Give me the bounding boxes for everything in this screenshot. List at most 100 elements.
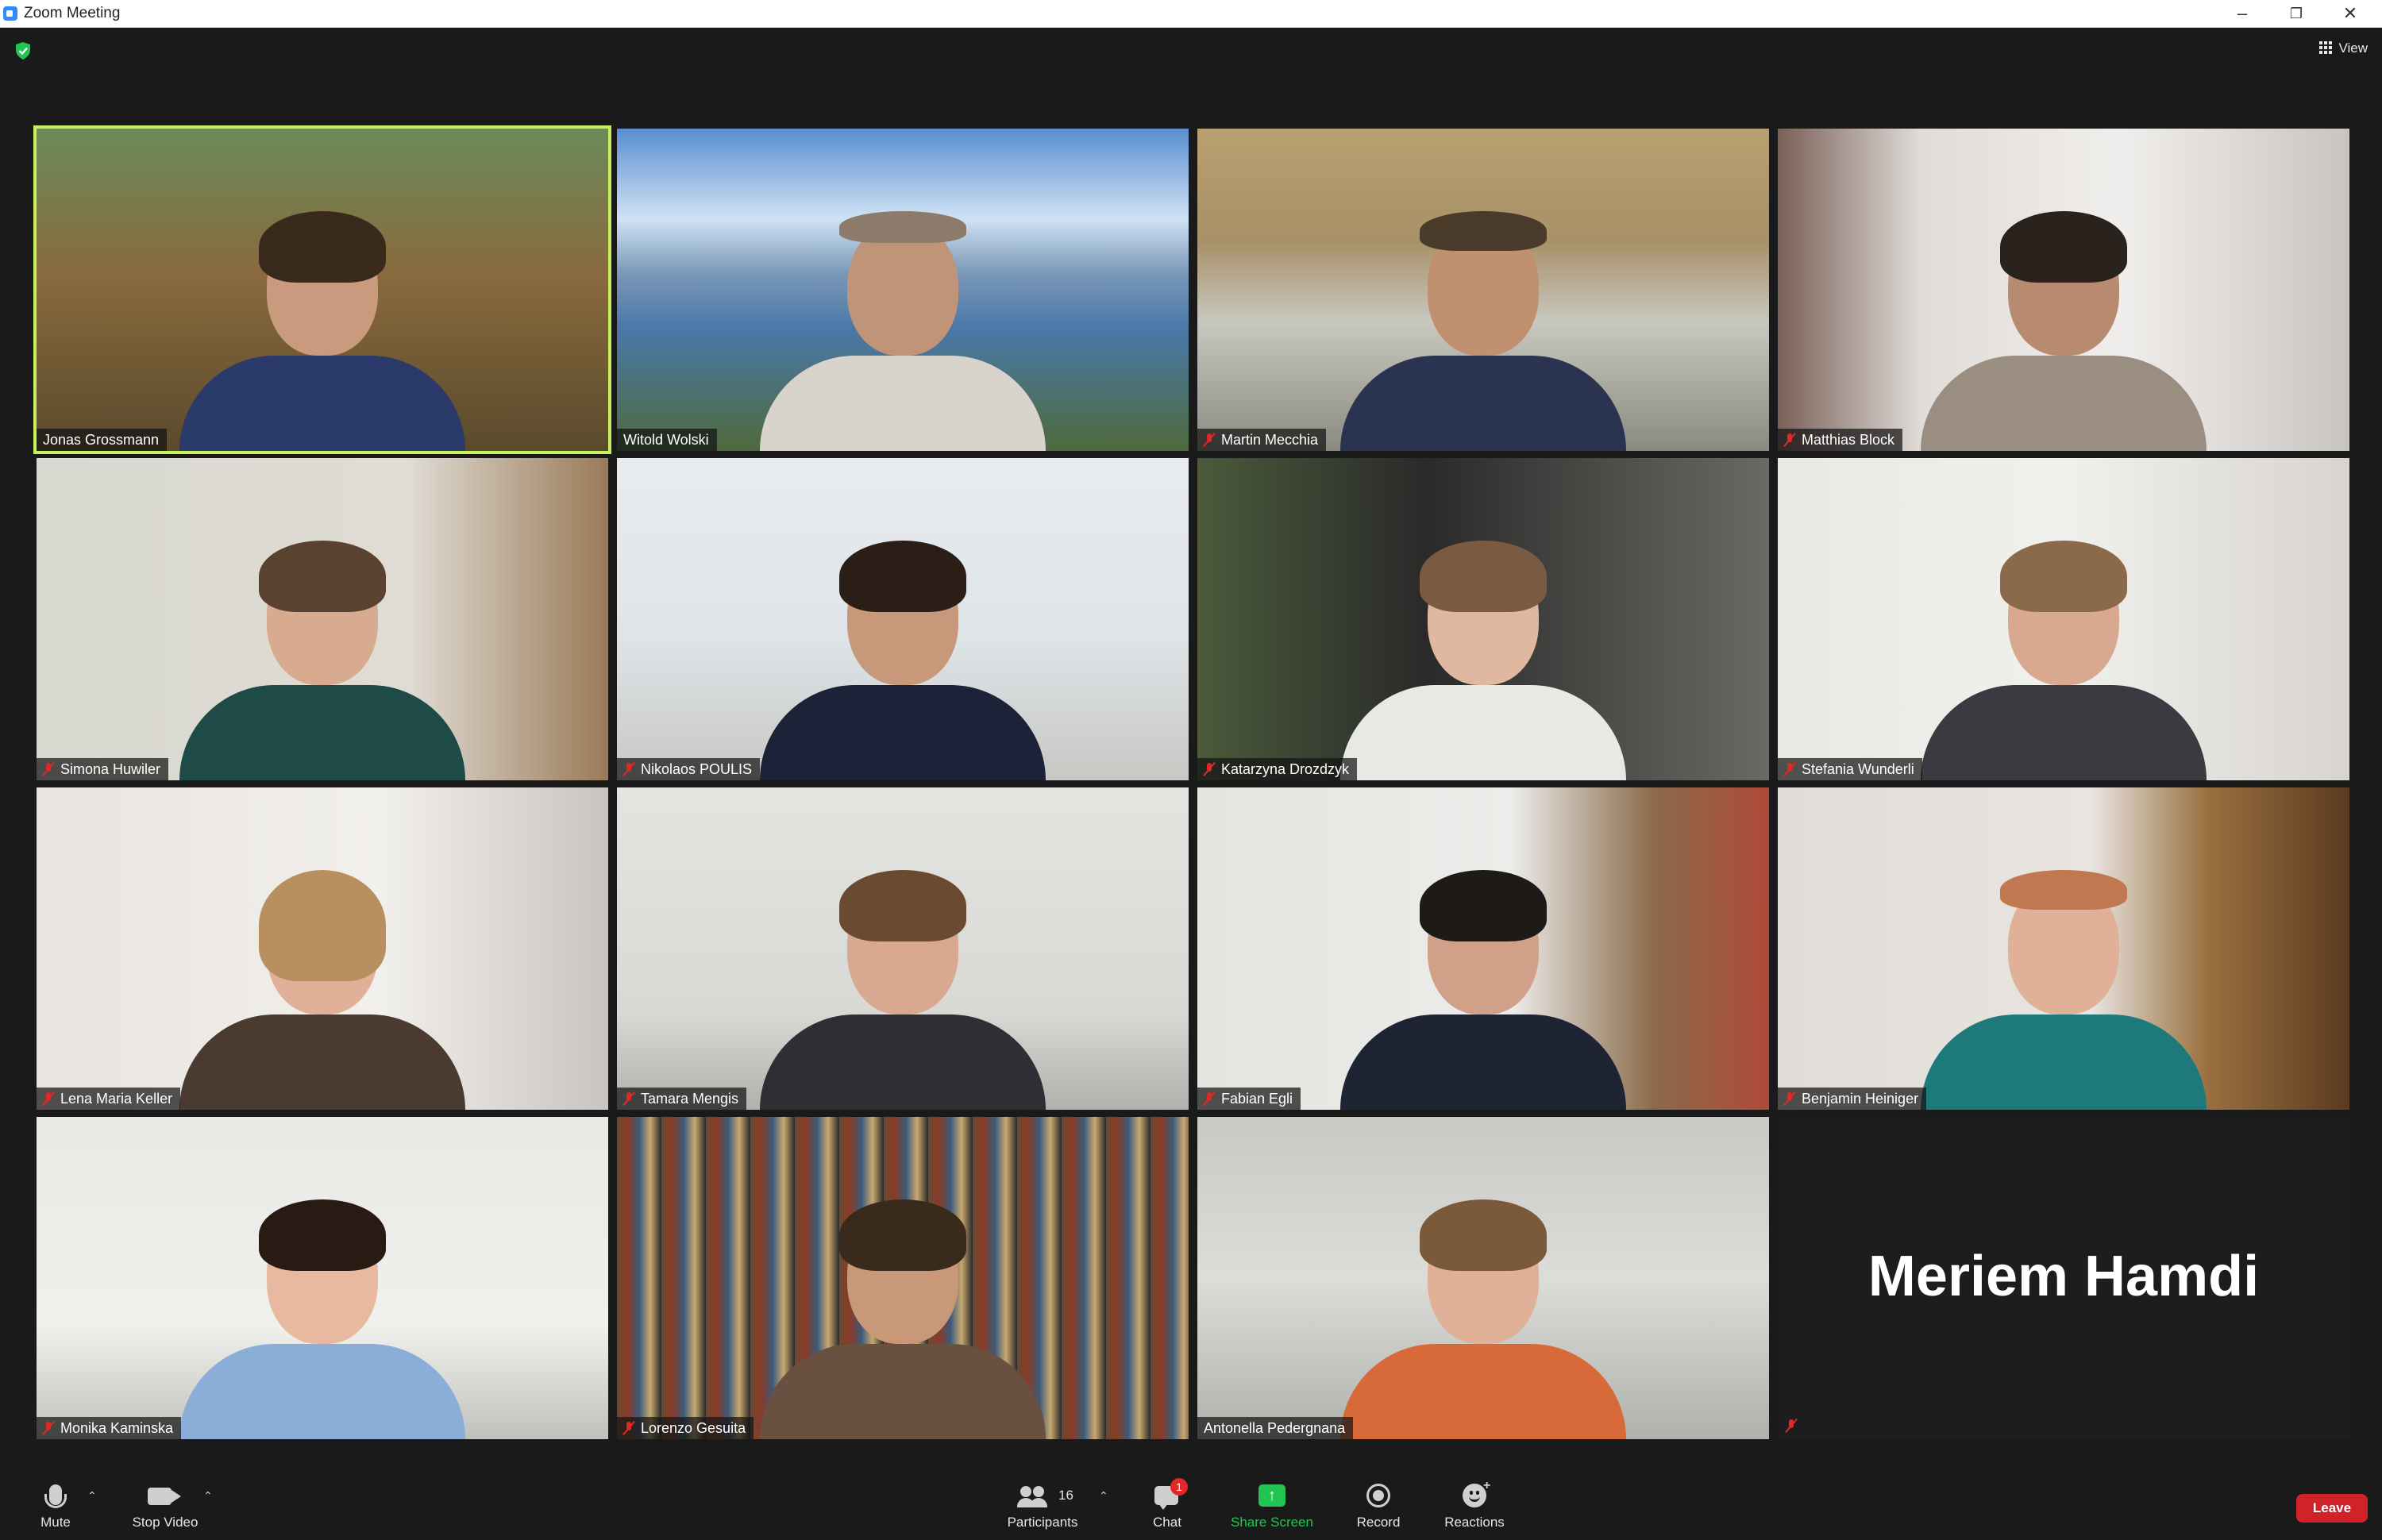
participant-name: Martin Mecchia: [1221, 432, 1319, 448]
window-title: Zoom Meeting: [24, 5, 121, 21]
share-screen-button[interactable]: Share Screen: [1228, 1478, 1316, 1530]
muted-mic-icon: [43, 762, 54, 776]
participant-name-tag: Nikolaos POULIS: [617, 758, 761, 780]
video-tile[interactable]: Meriem Hamdi: [1778, 1117, 2349, 1439]
video-tile[interactable]: Stefania Wunderli: [1778, 458, 2349, 780]
video-tile[interactable]: Matthias Block: [1778, 129, 2349, 451]
participants-icon: [1017, 1486, 1049, 1510]
muted-mic-icon: [1784, 762, 1795, 776]
zoom-app-icon: [3, 6, 17, 21]
participant-name: Fabian Egli: [1221, 1091, 1293, 1107]
video-tile[interactable]: Antonella Pedergnana: [1197, 1117, 1769, 1439]
participant-name-tag: Lena Maria Keller: [37, 1088, 181, 1110]
video-tile[interactable]: Katarzyna Drozdzyk: [1197, 458, 1769, 780]
participant-figure: [1340, 197, 1626, 451]
participant-name: Jonas Grossmann: [43, 432, 160, 448]
share-screen-label: Share Screen: [1231, 1515, 1313, 1530]
video-camera-icon: [148, 1488, 172, 1505]
gallery-view: Jonas Grossmann Witold Wolski Martin Mec…: [33, 125, 2349, 1439]
muted-mic-icon: [623, 1421, 634, 1435]
participant-figure: [179, 197, 465, 451]
participant-name: Simona Huwiler: [60, 761, 161, 777]
participants-button[interactable]: 16 Participants: [999, 1478, 1086, 1530]
video-tile[interactable]: Monika Kaminska: [37, 1117, 608, 1439]
record-icon: [1366, 1484, 1390, 1507]
muted-mic-icon: [1204, 762, 1215, 776]
minimize-icon[interactable]: –: [2215, 0, 2269, 27]
participant-figure: [1340, 1185, 1626, 1439]
video-tile[interactable]: Lorenzo Gesuita: [617, 1117, 1189, 1439]
grid-view-icon: [2319, 41, 2333, 54]
close-icon[interactable]: ✕: [2323, 0, 2377, 27]
participant-name-tag: Witold Wolski: [617, 429, 717, 451]
muted-mic-icon: [1784, 1091, 1795, 1106]
view-button[interactable]: View: [2319, 38, 2368, 59]
video-tile[interactable]: Martin Mecchia: [1197, 129, 1769, 451]
muted-mic-icon: [1204, 433, 1215, 447]
participant-name: Lena Maria Keller: [60, 1091, 173, 1107]
chat-button[interactable]: 1 Chat: [1143, 1478, 1191, 1530]
restore-icon[interactable]: ❐: [2269, 0, 2323, 27]
mute-label: Mute: [40, 1515, 71, 1530]
participant-name-tag: Matthias Block: [1778, 429, 1903, 451]
participant-figure: [179, 856, 465, 1110]
video-tile[interactable]: Benjamin Heiniger: [1778, 787, 2349, 1110]
participant-figure: [760, 197, 1046, 451]
participant-figure: [1340, 526, 1626, 780]
participant-name: Monika Kaminska: [60, 1420, 174, 1436]
participant-name-tag: Monika Kaminska: [37, 1417, 182, 1439]
participant-figure: [760, 856, 1046, 1110]
leave-button[interactable]: Leave: [2296, 1494, 2368, 1523]
view-label: View: [2338, 40, 2368, 56]
participant-name-tag: Antonella Pedergnana: [1197, 1417, 1354, 1439]
shield-check-icon[interactable]: [14, 41, 32, 60]
participant-name-tag: Fabian Egli: [1197, 1088, 1301, 1110]
video-tile[interactable]: Witold Wolski: [617, 129, 1189, 451]
participant-name: Tamara Mengis: [641, 1091, 739, 1107]
video-tile[interactable]: Jonas Grossmann: [33, 125, 611, 454]
participant-figure: [1340, 856, 1626, 1110]
participant-name-tag: Simona Huwiler: [37, 758, 169, 780]
mute-button[interactable]: Mute: [32, 1478, 79, 1530]
record-button[interactable]: Record: [1355, 1478, 1402, 1530]
meeting-toolbar: Mute ⌃ Stop Video ⌃ 16 Participants ⌃ 1 …: [0, 1470, 2382, 1540]
participant-figure: [760, 526, 1046, 780]
participant-name-tag: Katarzyna Drozdzyk: [1197, 758, 1358, 780]
participant-name: Benjamin Heiniger: [1802, 1091, 1919, 1107]
video-tile[interactable]: Simona Huwiler: [37, 458, 608, 780]
participant-name: Meriem Hamdi: [1867, 1245, 2260, 1308]
participant-name-tag: Lorenzo Gesuita: [617, 1417, 754, 1439]
participant-name-tag: Benjamin Heiniger: [1778, 1088, 1927, 1110]
window-title-bar: Zoom Meeting – ❐ ✕: [0, 0, 2382, 28]
participant-name: Katarzyna Drozdzyk: [1221, 761, 1350, 777]
reactions-label: Reactions: [1444, 1515, 1505, 1530]
chat-unread-badge: 1: [1170, 1478, 1188, 1496]
chat-label: Chat: [1153, 1515, 1181, 1530]
smiley-reaction-icon: +: [1463, 1479, 1490, 1507]
reactions-button[interactable]: + Reactions: [1439, 1478, 1510, 1530]
participant-figure: [1921, 526, 2207, 780]
stop-video-label: Stop Video: [132, 1515, 198, 1530]
participant-name: Nikolaos POULIS: [641, 761, 753, 777]
video-tile[interactable]: Nikolaos POULIS: [617, 458, 1189, 780]
muted-mic-icon: [1786, 1419, 1803, 1434]
participants-options-caret-icon[interactable]: ⌃: [1099, 1489, 1108, 1502]
video-tile[interactable]: Fabian Egli: [1197, 787, 1769, 1110]
participants-label: Participants: [1007, 1515, 1078, 1530]
participant-name-tag: Jonas Grossmann: [37, 429, 168, 451]
video-tile[interactable]: Lena Maria Keller: [37, 787, 608, 1110]
stop-video-button[interactable]: Stop Video: [125, 1478, 205, 1530]
participant-name-tag: Martin Mecchia: [1197, 429, 1327, 451]
participant-name-tag: Tamara Mengis: [617, 1088, 747, 1110]
video-options-caret-icon[interactable]: ⌃: [203, 1489, 213, 1502]
participant-figure: [179, 526, 465, 780]
participant-name: Lorenzo Gesuita: [641, 1420, 746, 1436]
muted-mic-icon: [623, 1091, 634, 1106]
video-tile[interactable]: Tamara Mengis: [617, 787, 1189, 1110]
participants-count: 16: [1058, 1488, 1073, 1503]
participant-name: Witold Wolski: [623, 432, 709, 448]
muted-mic-icon: [1204, 1091, 1215, 1106]
participant-figure: [1921, 197, 2207, 451]
participant-name: Stefania Wunderli: [1802, 761, 1914, 777]
audio-options-caret-icon[interactable]: ⌃: [87, 1489, 97, 1502]
